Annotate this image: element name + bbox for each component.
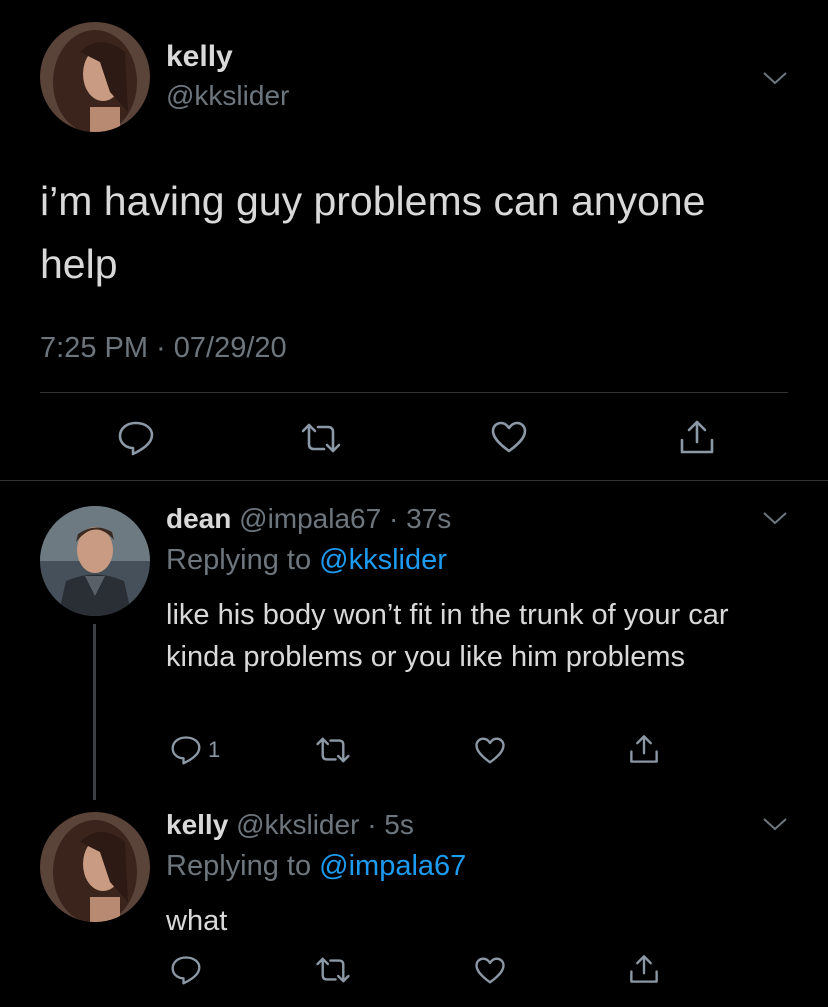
display-name[interactable]: kelly (166, 809, 228, 840)
reply-icon[interactable]: 1 (170, 735, 220, 765)
avatar[interactable] (40, 506, 150, 616)
avatar[interactable] (40, 22, 150, 132)
tweet-text: i’m having guy problems can anyone help (40, 178, 706, 287)
like-icon[interactable] (490, 420, 528, 454)
handle[interactable]: @impala67 (239, 503, 381, 534)
display-name[interactable]: dean (166, 503, 231, 534)
tweet-text: like his body won’t fit in the trunk of … (166, 599, 729, 673)
replying-to-label: Replying to (166, 544, 312, 576)
thread-line (93, 624, 96, 800)
section-divider (0, 480, 828, 481)
reply-header: dean @impala67 · 37s (166, 503, 451, 535)
like-icon[interactable] (474, 956, 506, 985)
reply-time[interactable]: · 5s (367, 809, 414, 840)
tweet-text: what (166, 905, 228, 937)
retweet-icon[interactable] (315, 736, 351, 764)
handle[interactable]: @kkslider (166, 80, 289, 112)
share-icon[interactable] (628, 953, 660, 985)
share-icon[interactable] (628, 733, 660, 765)
reply-count: 1 (208, 737, 221, 762)
replying-to-handle[interactable]: @impala67 (319, 850, 466, 882)
replying-to-label: Replying to (166, 850, 312, 882)
divider (40, 392, 788, 393)
reply-icon[interactable] (117, 420, 155, 456)
like-icon[interactable] (474, 736, 506, 765)
share-icon[interactable] (678, 418, 716, 456)
reply-icon[interactable] (170, 955, 202, 985)
retweet-icon[interactable] (300, 422, 342, 454)
display-name[interactable]: kelly (166, 40, 233, 74)
chevron-down-icon[interactable] (760, 508, 790, 528)
chevron-down-icon[interactable] (760, 814, 790, 834)
reply-header: kelly @kkslider · 5s (166, 809, 414, 841)
replying-to: Replying to @kkslider (166, 544, 447, 577)
reply-time[interactable]: · 37s (389, 503, 451, 534)
chevron-down-icon[interactable] (760, 68, 790, 88)
timestamp[interactable]: 7:25 PM · 07/29/20 (40, 332, 287, 365)
handle[interactable]: @kkslider (236, 809, 359, 840)
avatar[interactable] (40, 812, 150, 922)
replying-to-handle[interactable]: @kkslider (319, 544, 447, 576)
replying-to: Replying to @impala67 (166, 850, 466, 883)
retweet-icon[interactable] (315, 956, 351, 984)
